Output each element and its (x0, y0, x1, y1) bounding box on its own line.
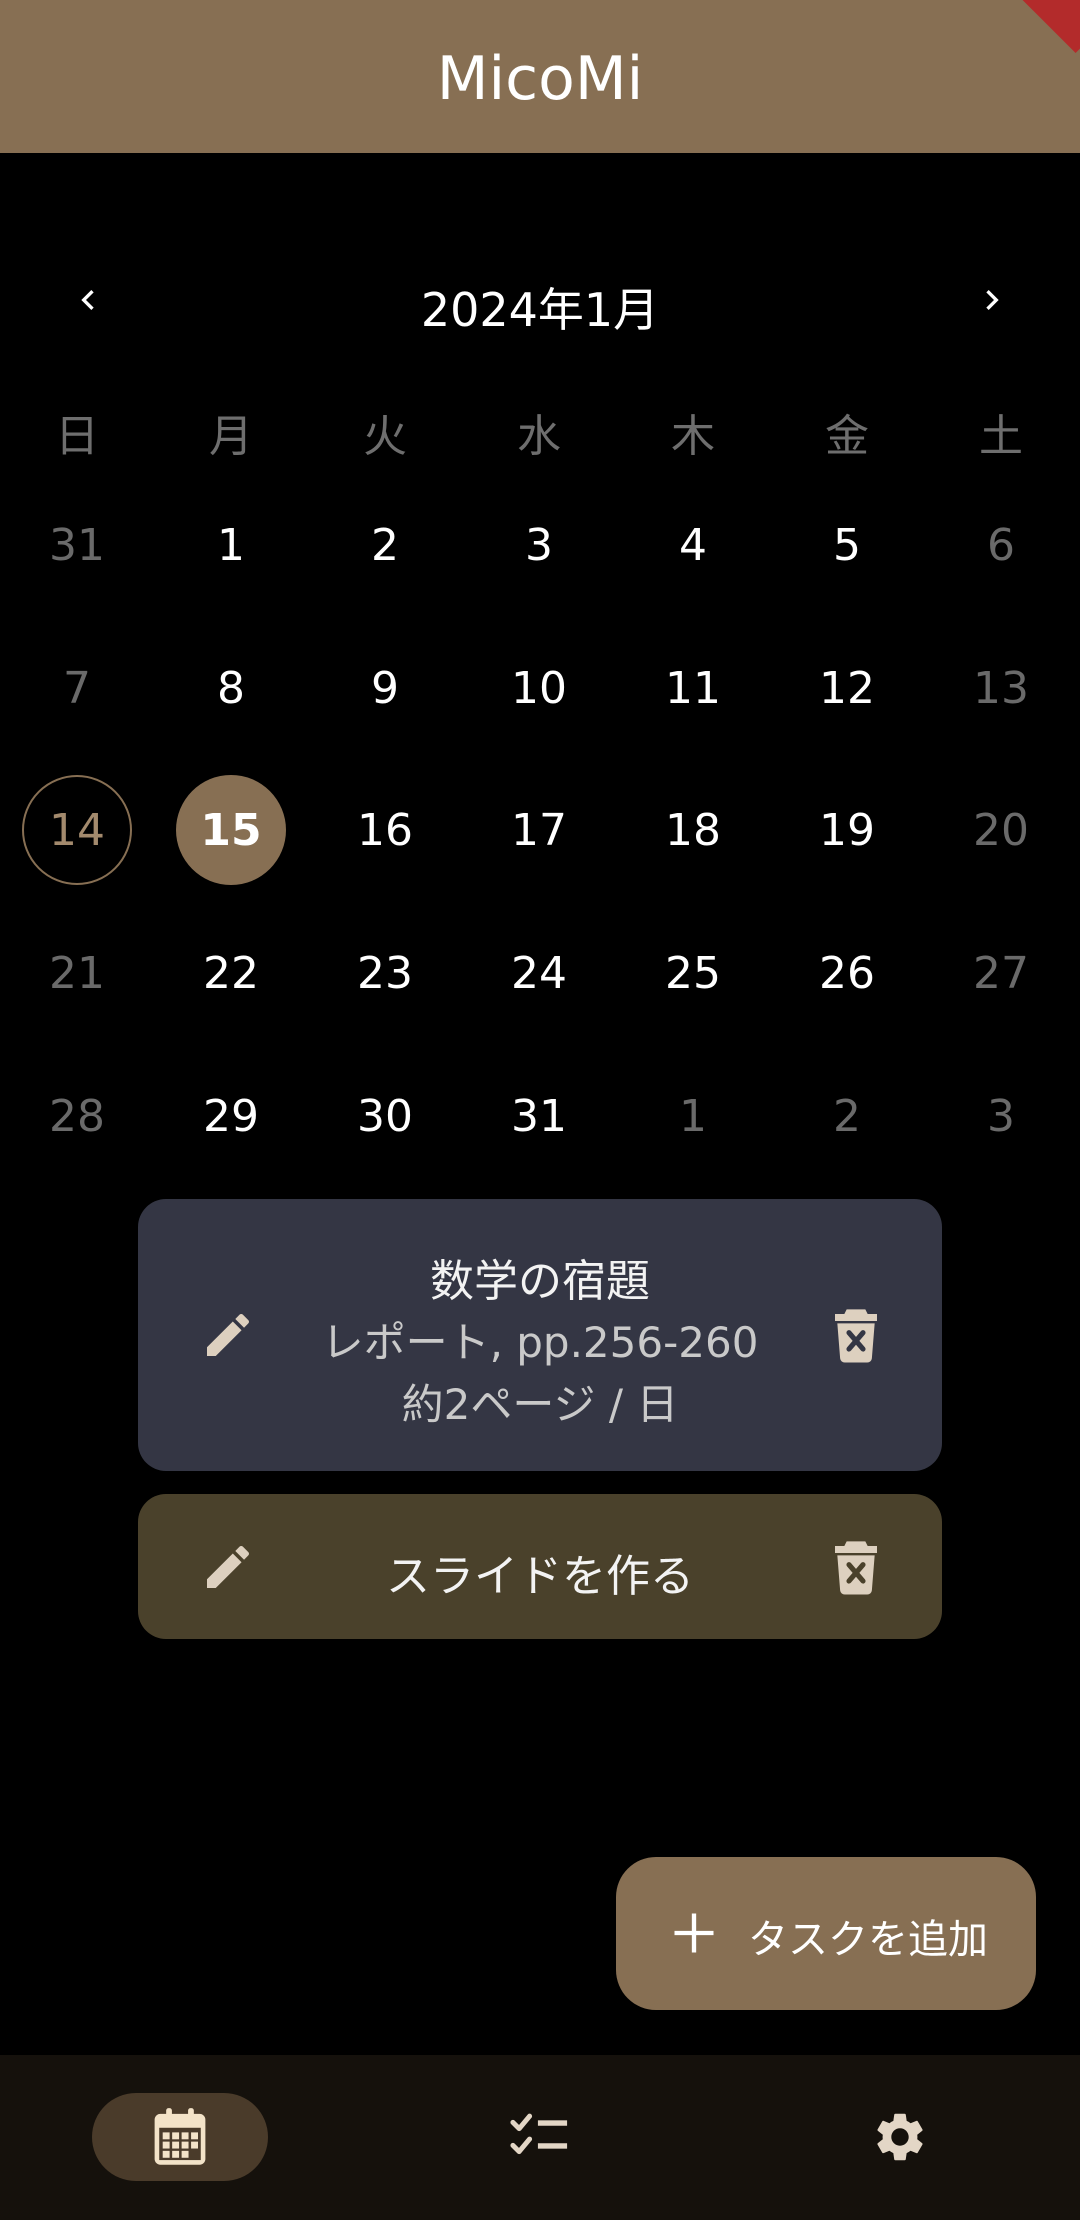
calendar-day[interactable]: 22 (154, 918, 308, 1028)
calendar-day[interactable]: 30 (308, 1061, 462, 1171)
task-card[interactable]: 数学の宿題 レポート, pp.256-260 約2ページ / 日 (138, 1199, 942, 1471)
task-card[interactable]: スライドを作る (138, 1494, 942, 1639)
calendar-day[interactable]: 10 (462, 633, 616, 743)
add-task-button[interactable]: タスクを追加 (616, 1857, 1036, 2010)
calendar-day[interactable]: 3 (462, 490, 616, 600)
calendar-day[interactable]: 6 (924, 490, 1078, 600)
calendar-day[interactable]: 13 (924, 633, 1078, 743)
calendar-icon (154, 2108, 206, 2165)
calendar-day[interactable]: 17 (462, 775, 616, 885)
calendar-day[interactable]: 7 (0, 633, 154, 743)
task-subtitle: レポート, pp.256-260 (321, 1318, 759, 1367)
calendar-day[interactable]: 16 (308, 775, 462, 885)
calendar-day[interactable]: 3 (924, 1061, 1078, 1171)
calendar-day[interactable]: 1 (154, 490, 308, 600)
plus-icon (674, 1913, 714, 1953)
bottom-navigation (0, 2055, 1080, 2220)
calendar-day[interactable]: 31 (0, 490, 154, 600)
calendar-day[interactable]: 28 (0, 1061, 154, 1171)
task-rate: 約2ページ / 日 (401, 1380, 679, 1429)
calendar-day[interactable]: 21 (0, 918, 154, 1028)
nav-settings[interactable] (812, 2093, 988, 2181)
calendar-day[interactable]: 23 (308, 918, 462, 1028)
calendar-day[interactable]: 12 (770, 633, 924, 743)
calendar-grid: 31 1 2 3 4 5 6 7 8 9 10 11 12 13 14 15 1… (0, 0, 1080, 1200)
calendar-day[interactable]: 1 (616, 1061, 770, 1171)
trash-icon (835, 1309, 877, 1363)
calendar-day[interactable]: 8 (154, 633, 308, 743)
calendar-day[interactable]: 18 (616, 775, 770, 885)
calendar-day-today[interactable]: 14 (0, 775, 154, 885)
calendar-day-selected[interactable]: 15 (154, 775, 308, 885)
calendar-day[interactable]: 9 (308, 633, 462, 743)
task-title: スライドを作る (386, 1551, 694, 1602)
checklist-icon (510, 2113, 568, 2155)
calendar-day[interactable]: 4 (616, 490, 770, 600)
calendar-day[interactable]: 2 (308, 490, 462, 600)
calendar-day[interactable]: 2 (770, 1061, 924, 1171)
add-task-label: タスクを追加 (748, 1917, 988, 1963)
delete-task-button[interactable] (832, 1539, 880, 1595)
nav-tasks[interactable] (452, 2093, 628, 2181)
calendar-day[interactable]: 11 (616, 633, 770, 743)
trash-icon (835, 1541, 877, 1595)
calendar-day[interactable]: 20 (924, 775, 1078, 885)
calendar-day[interactable]: 29 (154, 1061, 308, 1171)
calendar-day[interactable]: 26 (770, 918, 924, 1028)
calendar-day[interactable]: 27 (924, 918, 1078, 1028)
delete-task-button[interactable] (832, 1307, 880, 1363)
calendar-day[interactable]: 25 (616, 918, 770, 1028)
gear-icon (877, 2113, 923, 2161)
calendar-day[interactable]: 31 (462, 1061, 616, 1171)
nav-calendar[interactable] (92, 2093, 268, 2181)
task-title: 数学の宿題 (430, 1256, 650, 1307)
calendar-day[interactable]: 5 (770, 490, 924, 600)
calendar-day[interactable]: 19 (770, 775, 924, 885)
calendar-day[interactable]: 24 (462, 918, 616, 1028)
